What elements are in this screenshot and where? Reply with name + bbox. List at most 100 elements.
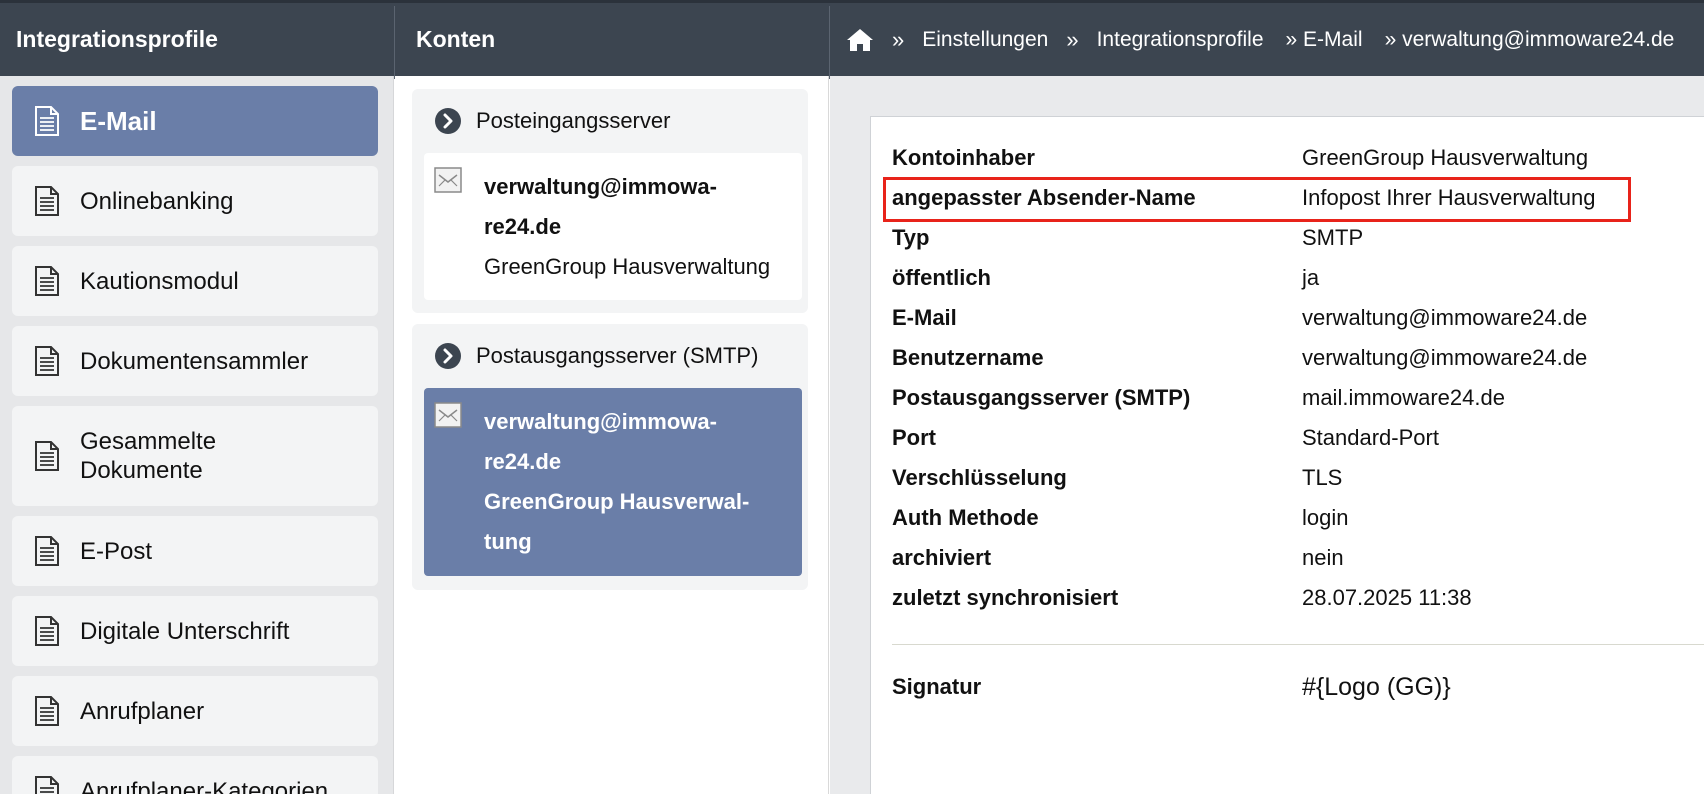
incoming-account-item[interactable]: verwaltung@immowa- re24.de GreenGroup Ha… xyxy=(424,153,802,300)
breadcrumb-integrationsprofile[interactable]: Integrationsprofile xyxy=(1097,28,1264,52)
sidebar-item-label: Onlinebanking xyxy=(80,187,234,215)
detail-row-port: Port Standard-Port xyxy=(892,418,1672,458)
account-owner-line: GreenGroup Hausverwal- xyxy=(484,489,750,514)
detail-key: angepasster Absender-Name xyxy=(892,185,1196,210)
detail-row-zuletzt-synchronisiert: zuletzt synchronisiert 28.07.2025 11:38 xyxy=(892,578,1672,618)
sidebar-item-gesammelte-dokumente[interactable]: Gesammelte Dokumente xyxy=(12,406,378,506)
detail-row-benutzername: Benutzername verwaltung@immoware24.de xyxy=(892,338,1672,378)
sidebar-item-label: Digitale Unterschrift xyxy=(80,617,290,645)
detail-row-absender-name: angepasster Absender-Name Infopost Ihrer… xyxy=(892,178,1672,218)
account-email-line: re24.de xyxy=(484,449,562,474)
account-owner: GreenGroup Hausverwaltung xyxy=(484,254,771,279)
breadcrumb-einstellungen[interactable]: Einstellungen xyxy=(922,28,1048,52)
detail-value: Standard-Port xyxy=(1302,425,1439,450)
sidebar-item-label: Anrufplaner-Kategorien xyxy=(80,777,329,794)
outgoing-account-item[interactable]: verwaltung@immowa- re24.de GreenGroup Ha… xyxy=(424,388,802,576)
account-email-line: verwaltung@immowa- xyxy=(484,174,717,199)
detail-value: nein xyxy=(1302,545,1344,570)
detail-key: Kontoinhaber xyxy=(892,145,1035,170)
detail-row-signatur: Signatur #{Logo (GG)} xyxy=(892,667,1672,707)
sidebar-item-dokumentensammler[interactable]: Dokumentensammler xyxy=(12,326,378,396)
sidebar-item-label: E-Mail xyxy=(80,105,157,136)
breadcrumb-separator: » xyxy=(1066,26,1079,52)
chevron-right-icon xyxy=(434,107,462,135)
detail-value: Infopost Ihrer Hausverwaltung xyxy=(1302,185,1596,210)
document-icon xyxy=(34,536,60,566)
document-icon xyxy=(34,776,60,794)
outgoing-server-title: Postausgangsserver (SMTP) xyxy=(476,343,759,368)
incoming-server-group: Posteingangsserver verwaltung@immowa- re… xyxy=(412,89,808,313)
sidebar-item-email[interactable]: E-Mail xyxy=(12,86,378,156)
outgoing-server-group: Postausgangsserver (SMTP) verwaltung@imm… xyxy=(412,324,808,590)
document-icon xyxy=(34,186,60,216)
breadcrumb: » Einstellungen » Integrationsprofile » … xyxy=(846,3,1704,76)
document-icon xyxy=(34,266,60,296)
detail-key: Signatur xyxy=(892,674,982,699)
account-owner-line: tung xyxy=(484,529,532,554)
detail-key: Auth Methode xyxy=(892,505,1039,530)
document-icon xyxy=(34,441,60,471)
home-icon[interactable] xyxy=(846,27,874,53)
sidebar-item-kautionsmodul[interactable]: Kautionsmodul xyxy=(12,246,378,316)
document-icon xyxy=(34,106,60,136)
label-line: Dokumente xyxy=(80,457,203,484)
chevron-right-icon xyxy=(434,342,462,370)
breadcrumb-email[interactable]: » E-Mail xyxy=(1286,28,1363,52)
document-icon xyxy=(34,696,60,726)
detail-key: öffentlich xyxy=(892,265,991,290)
detail-value: #{Logo (GG)} xyxy=(1302,672,1451,701)
detail-row-smtp-server: Postausgangsserver (SMTP) mail.immoware2… xyxy=(892,378,1672,418)
sidebar-item-anrufplaner-kategorien[interactable]: Anrufplaner-Kategorien xyxy=(12,756,378,794)
header-divider xyxy=(394,6,395,79)
outgoing-server-header[interactable]: Postausgangsserver (SMTP) xyxy=(412,324,808,388)
incoming-server-header[interactable]: Posteingangsserver xyxy=(412,89,808,153)
detail-value: mail.immoware24.de xyxy=(1302,385,1505,410)
envelope-icon xyxy=(434,402,462,428)
detail-value: verwaltung@immoware24.de xyxy=(1302,345,1588,370)
detail-value: 28.07.2025 11:38 xyxy=(1302,585,1472,610)
top-header: Integrationsprofile Konten » Einstellung… xyxy=(0,0,1704,79)
detail-value: ja xyxy=(1302,265,1320,290)
envelope-icon xyxy=(434,167,462,193)
label-line: Gesammelte xyxy=(80,428,217,455)
incoming-server-title: Posteingangsserver xyxy=(476,108,671,133)
detail-row-archiviert: archiviert nein xyxy=(892,538,1672,578)
breadcrumb-separator: » xyxy=(892,26,905,52)
sidebar-item-digitale-unterschrift[interactable]: Digitale Unterschrift xyxy=(12,596,378,666)
detail-divider xyxy=(892,644,1704,645)
integrationsprofile-column-title: Integrationsprofile xyxy=(16,26,218,52)
sidebar-item-e-post[interactable]: E-Post xyxy=(12,516,378,586)
detail-key: zuletzt synchronisiert xyxy=(892,585,1119,610)
integrationsprofile-sidebar: E-Mail Onlinebanking Kautionsmodul Dokum… xyxy=(0,76,394,794)
sidebar-item-label: Anrufplaner xyxy=(80,697,205,725)
detail-value: SMTP xyxy=(1302,225,1364,250)
breadcrumb-account: » verwaltung@immoware24.de xyxy=(1384,27,1675,51)
sidebar-item-anrufplaner[interactable]: Anrufplaner xyxy=(12,676,378,746)
document-icon xyxy=(34,616,60,646)
sidebar-item-label: Kautionsmodul xyxy=(80,267,239,295)
detail-row-verschluesselung: Verschlüsselung TLS xyxy=(892,458,1672,498)
detail-key: Port xyxy=(892,425,936,450)
sidebar-item-label: Gesammelte Dokumente xyxy=(80,427,216,485)
detail-value: login xyxy=(1302,505,1349,530)
detail-key: Verschlüsselung xyxy=(892,465,1067,490)
detail-row-email: E-Mail verwaltung@immoware24.de xyxy=(892,298,1672,338)
detail-row-typ: Typ SMTP xyxy=(892,218,1672,258)
konten-column: Posteingangsserver verwaltung@immowa- re… xyxy=(395,76,829,794)
document-icon xyxy=(34,346,60,376)
detail-value: verwaltung@immoware24.de xyxy=(1302,305,1588,330)
detail-row-oeffentlich: öffentlich ja xyxy=(892,258,1672,298)
sidebar-item-label: Dokumentensammler xyxy=(80,347,309,375)
konten-column-title: Konten xyxy=(416,26,496,52)
detail-key: archiviert xyxy=(892,545,992,570)
detail-row-auth-methode: Auth Methode login xyxy=(892,498,1672,538)
account-email-line: verwaltung@immowa- xyxy=(484,409,717,434)
account-email-line: re24.de xyxy=(484,214,562,239)
detail-value: TLS xyxy=(1302,465,1343,490)
header-divider xyxy=(829,6,830,79)
sidebar-item-onlinebanking[interactable]: Onlinebanking xyxy=(12,166,378,236)
detail-key: Benutzername xyxy=(892,345,1044,370)
detail-row-kontoinhaber: Kontoinhaber GreenGroup Hausverwaltung xyxy=(892,138,1672,178)
detail-key: E-Mail xyxy=(892,305,957,330)
detail-key: Typ xyxy=(892,225,930,250)
